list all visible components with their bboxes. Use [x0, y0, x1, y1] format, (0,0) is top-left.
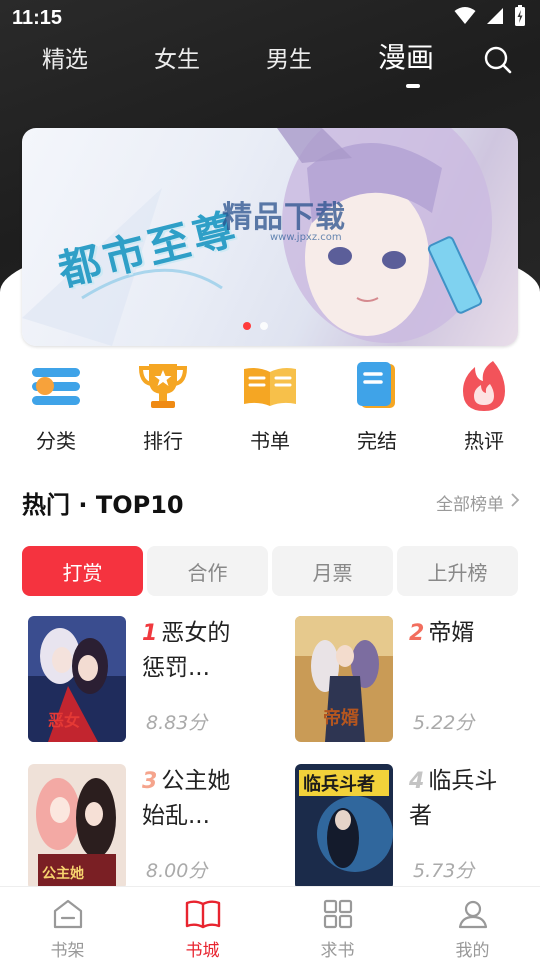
category-label: 排行 [143, 429, 183, 453]
category-hot-reviews[interactable]: 热评 [452, 358, 516, 454]
tab-comics[interactable]: 漫画 [378, 36, 490, 88]
book-info: 4 临兵斗 者 5.73分 [409, 764, 528, 890]
svg-text:临兵斗者: 临兵斗者 [303, 773, 375, 795]
banner-watermark-url: www.jpxz.com [270, 232, 342, 243]
tab-partner[interactable]: 合作 [147, 546, 268, 596]
category-classify[interactable]: 分类 [24, 358, 88, 454]
category-shortcuts: 分类 排行 书单 完结 热评 [0, 358, 540, 454]
book-cover[interactable]: 公主她 [28, 764, 126, 890]
book-item[interactable]: 公主她 3 公主她 始乱... 8.00分 [28, 764, 295, 890]
nav-request-book[interactable]: 求书 [270, 887, 405, 960]
book-store-icon [185, 899, 221, 933]
book-title-line2: 者 [409, 803, 432, 829]
svg-text:帝婿: 帝婿 [323, 707, 359, 729]
search-icon [484, 46, 512, 78]
nav-label: 书城 [185, 941, 220, 960]
category-label: 热评 [464, 429, 504, 453]
open-book-icon [242, 358, 298, 413]
book-score: 8.00分 [146, 860, 208, 882]
nav-label: 求书 [320, 941, 355, 960]
banner-dot[interactable] [260, 322, 268, 330]
nav-bookshelf[interactable]: 书架 [0, 887, 135, 960]
ranking-tabs: 打赏 合作 月票 上升榜 [22, 546, 518, 596]
book-cover[interactable]: 帝婿 [295, 616, 393, 742]
hot-section-header: 热门 · TOP10 全部榜单 [22, 482, 520, 522]
category-label: 完结 [357, 429, 397, 453]
trophy-icon [135, 358, 191, 413]
book-info: 2 帝婿 5.22分 [409, 616, 528, 742]
book-title-line1: 帝婿 [428, 620, 475, 646]
book-title: 2 帝婿 [409, 616, 528, 651]
flame-icon [456, 358, 512, 413]
bookshelf-icon [52, 899, 84, 933]
bottom-navigation: 书架 书城 求书 我的 [0, 886, 540, 960]
book-cover[interactable]: 临兵斗者 [295, 764, 393, 890]
banner-watermark: 精品下载 [222, 200, 346, 235]
book-title-line1: 公主她 [161, 768, 231, 794]
promo-banner[interactable]: 都市至尊 精品下载 www.jpxz.com [22, 128, 518, 346]
status-time: 11:15 [12, 6, 63, 29]
book-item[interactable]: 临兵斗者 4 临兵斗 者 5.73分 [295, 764, 528, 890]
category-booklist[interactable]: 书单 [238, 358, 302, 454]
status-icons [454, 5, 526, 31]
book-title-line1: 恶女的 [161, 620, 231, 646]
category-list-icon [28, 358, 84, 413]
book-title-line2: 始乱... [142, 803, 210, 829]
book-rank: 2 [409, 621, 425, 646]
banner-pagination [243, 322, 268, 330]
tab-monthly-votes[interactable]: 月票 [272, 546, 393, 596]
grid-request-icon [323, 899, 353, 933]
book-info: 3 公主她 始乱... 8.00分 [142, 764, 272, 890]
book-title: 3 公主她 [142, 764, 272, 799]
book-title: 4 临兵斗 [409, 764, 528, 799]
nav-profile[interactable]: 我的 [405, 887, 540, 960]
book-title-line1: 临兵斗 [428, 768, 498, 794]
section-title: 热门 · TOP10 [22, 490, 184, 519]
closed-book-icon [349, 358, 405, 413]
book-info: 1 恶女的 惩罚... 8.83分 [142, 616, 272, 742]
wifi-icon [454, 7, 476, 29]
book-cover[interactable]: 恶女 [28, 616, 126, 742]
category-completed[interactable]: 完结 [345, 358, 409, 454]
book-score: 5.22分 [413, 712, 475, 734]
book-item[interactable]: 帝婿 2 帝婿 5.22分 [295, 616, 528, 742]
profile-icon [458, 899, 488, 933]
book-title: 1 恶女的 [142, 616, 272, 651]
all-rankings-label: 全部榜单 [436, 494, 504, 515]
cellular-signal-icon [486, 7, 504, 29]
tab-rising[interactable]: 上升榜 [397, 546, 518, 596]
nav-label: 我的 [455, 941, 490, 960]
book-title-line2: 惩罚... [142, 655, 210, 681]
search-button[interactable] [484, 46, 512, 78]
channel-tabs: 精选 女生 男生 漫画 [0, 40, 540, 96]
category-ranking[interactable]: 排行 [131, 358, 195, 454]
book-score: 8.83分 [146, 712, 208, 734]
tab-female[interactable]: 女生 [154, 40, 266, 74]
tab-male[interactable]: 男生 [266, 40, 378, 74]
nav-bookstore[interactable]: 书城 [135, 887, 270, 960]
status-bar: 11:15 [0, 0, 540, 36]
book-score: 5.73分 [413, 860, 475, 882]
banner-dot-active[interactable] [243, 322, 251, 330]
category-label: 书单 [250, 429, 290, 453]
book-item[interactable]: 恶女 1 恶女的 惩罚... 8.83分 [28, 616, 295, 742]
book-rank: 3 [142, 769, 158, 794]
category-label: 分类 [36, 429, 76, 453]
all-rankings-link[interactable]: 全部榜单 [436, 490, 520, 515]
battery-charging-icon [514, 5, 526, 31]
nav-label: 书架 [50, 941, 85, 960]
chevron-right-icon [510, 492, 520, 513]
top-book-grid: 恶女 1 恶女的 惩罚... 8.83分 帝婿 2 帝婿 5.22分 公主她 3 公主 [28, 616, 528, 890]
svg-text:公主她: 公主她 [42, 865, 84, 882]
book-rank: 1 [142, 621, 158, 646]
book-rank: 4 [409, 769, 425, 794]
tab-featured[interactable]: 精选 [42, 40, 154, 74]
svg-text:恶女: 恶女 [48, 711, 80, 730]
tab-tips[interactable]: 打赏 [22, 546, 143, 596]
